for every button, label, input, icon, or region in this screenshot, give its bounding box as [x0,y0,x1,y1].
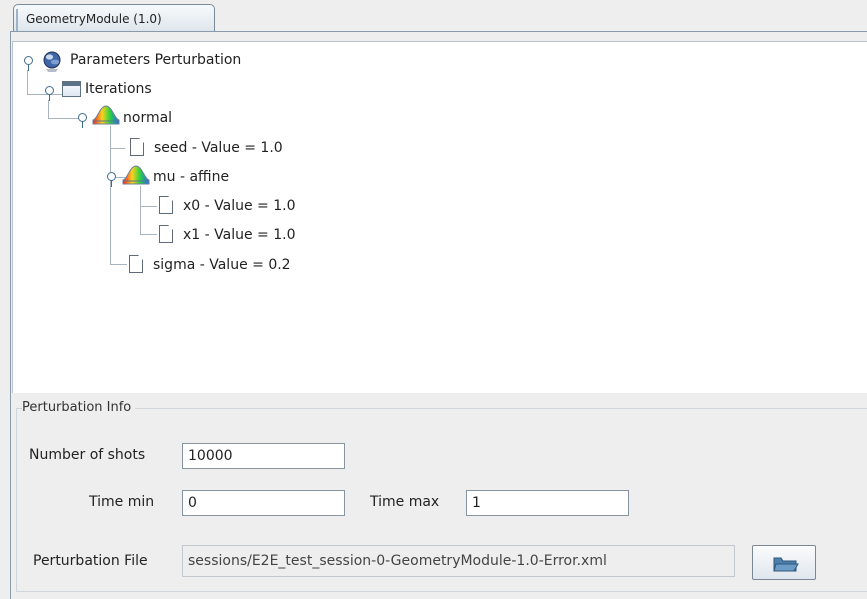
perturbation-info-title: Perturbation Info [22,400,136,415]
tree-node-seed[interactable]: seed - Value = 1.0 [154,139,283,157]
tree-node-iterations[interactable]: Iterations [85,80,152,98]
normal-toggle-icon[interactable] [77,113,87,128]
document-icon [129,255,143,273]
root-toggle-icon[interactable] [23,56,33,71]
perturbation-file-field: sessions/E2E_test_session-0-GeometryModu… [182,545,735,577]
tab-accent [16,9,18,32]
tree-line-seed [110,148,125,149]
tab-geometry-module[interactable]: GeometryModule (1.0) [13,4,215,32]
iterations-toggle-icon[interactable] [44,86,54,101]
distribution-icon [92,105,120,125]
time-min-label: Time min [89,494,155,510]
time-max-input[interactable]: 1 [466,490,629,516]
tree-node-mu[interactable]: mu - affine [153,168,229,186]
document-icon [130,138,144,156]
document-icon [159,225,173,243]
tree-line-iterations [48,100,49,118]
perturbation-file-label: Perturbation File [33,553,148,569]
tree-line-normal-children [110,126,111,264]
time-max-label: Time max [370,494,440,510]
tree-node-x0[interactable]: x0 - Value = 1.0 [183,197,296,215]
tree-node-sigma[interactable]: sigma - Value = 0.2 [153,256,291,274]
folder-icon [62,81,81,97]
tree-line-sigma [110,264,127,265]
distribution-icon [122,165,150,185]
document-icon [159,196,173,214]
parameter-tree[interactable]: Parameters Perturbation Iterations norma… [12,41,867,393]
tree-line-root [27,70,28,94]
number-of-shots-input[interactable]: 10000 [182,443,345,469]
open-folder-icon [773,557,799,572]
mu-toggle-icon[interactable] [106,172,116,187]
time-min-input[interactable]: 0 [182,490,345,516]
tree-line-x1 [140,234,157,235]
browse-file-button[interactable] [752,545,816,580]
number-of-shots-label: Number of shots [29,447,146,463]
tree-line-x0 [140,206,157,207]
tree-line-mu-children [140,186,141,234]
globe-icon [43,51,61,72]
tree-node-normal[interactable]: normal [123,109,172,127]
tree-node-x1[interactable]: x1 - Value = 1.0 [183,226,296,244]
tab-label: GeometryModule (1.0) [26,12,162,26]
tree-node-root[interactable]: Parameters Perturbation [70,51,241,69]
